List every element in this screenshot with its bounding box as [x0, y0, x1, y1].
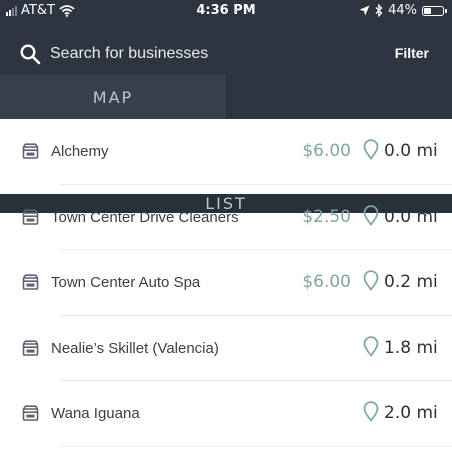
battery-icon — [422, 5, 447, 16]
business-price: $6.00 — [302, 272, 351, 292]
search-bar: Filter — [0, 33, 452, 73]
location-pin-icon — [363, 204, 379, 226]
view-tabs: MAP LIST — [0, 75, 452, 213]
header: AT&T 4:36 PM 44% Search for businesses F… — [0, 0, 452, 213]
business-name: Wana Iguana — [51, 405, 140, 422]
list-item[interactable]: Nealie’s Skillet (Valencia) 1.8 mi — [0, 316, 452, 381]
location-pin-icon — [363, 401, 379, 422]
business-name: Alchemy — [51, 143, 109, 160]
store-icon — [22, 339, 39, 356]
store-icon — [22, 208, 39, 225]
location-pin-icon — [363, 139, 379, 160]
store-icon — [22, 274, 39, 290]
business-price: $2.50 — [302, 206, 351, 227]
business-distance: 1.8 mi — [384, 337, 438, 358]
business-name: Town Center Auto Spa — [51, 274, 201, 291]
location-pin-icon — [363, 270, 379, 291]
business-distance: 0.2 mi — [384, 272, 438, 292]
business-distance: 0.0 mi — [384, 206, 438, 227]
list-item[interactable]: Alchemy $6.00 0.0 mi — [0, 119, 452, 185]
filter-button[interactable]: Filter — [395, 45, 429, 61]
business-list: Alchemy $6.00 0.0 mi Town Center Drive C… — [0, 119, 452, 447]
tab-map[interactable]: MAP — [0, 75, 226, 119]
status-bar: AT&T 4:36 PM 44% — [0, 0, 452, 22]
location-arrow-icon — [359, 5, 370, 16]
business-price: $6.00 — [302, 141, 351, 161]
bluetooth-icon — [375, 4, 383, 17]
store-icon — [22, 143, 39, 159]
business-distance: 2.0 mi — [384, 403, 438, 423]
app-screen: AT&T 4:36 PM 44% Search for businesses F… — [0, 0, 452, 452]
business-distance: 0.0 mi — [384, 141, 438, 161]
business-name: Town Center Drive Cleaners — [51, 208, 239, 226]
search-icon[interactable] — [19, 43, 41, 65]
list-item[interactable]: Wana Iguana 2.0 mi — [0, 381, 452, 447]
business-name: Nealie’s Skillet (Valencia) — [51, 339, 219, 357]
search-input[interactable] — [50, 41, 370, 67]
list-item[interactable]: Town Center Auto Spa $6.00 0.2 mi — [0, 250, 452, 316]
list-item[interactable]: Town Center Drive Cleaners $2.50 0.0 mi — [0, 185, 452, 250]
status-bar-right: 44% — [359, 3, 447, 18]
store-icon — [22, 405, 39, 421]
row-divider — [60, 445, 452, 447]
battery-percent: 44% — [388, 3, 417, 18]
location-pin-icon — [363, 335, 379, 357]
